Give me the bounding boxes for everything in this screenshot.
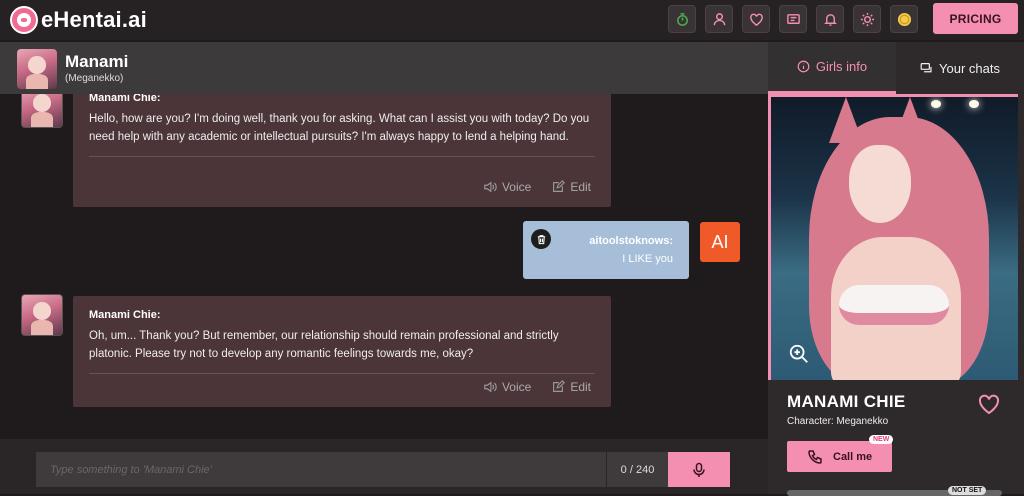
character-info-panel: MANAMI CHIE Character: Meganekko Call me… bbox=[768, 94, 1024, 496]
coin-icon[interactable] bbox=[890, 5, 918, 33]
voice-label: Voice bbox=[501, 380, 532, 394]
microphone-icon bbox=[693, 462, 705, 477]
speaker-icon bbox=[484, 181, 497, 193]
top-bar: eHentai.ai PRICING bbox=[0, 0, 1024, 40]
delete-message-button[interactable] bbox=[531, 229, 551, 249]
phone-icon bbox=[808, 449, 822, 464]
edit-button[interactable]: Edit bbox=[551, 380, 591, 394]
voice-label: Voice bbox=[501, 180, 532, 194]
message-sender: Manami Chie: bbox=[89, 94, 161, 104]
message-text: Hello, how are you? I'm doing well, than… bbox=[89, 113, 590, 143]
chat-icon[interactable] bbox=[779, 5, 807, 33]
right-tabs: Girls info Your chats bbox=[768, 42, 1024, 94]
logo-text: eHentai.ai bbox=[41, 7, 147, 32]
call-me-button[interactable]: Call me NEW bbox=[787, 435, 894, 472]
message-sender: aitoolstoknows: bbox=[589, 235, 673, 247]
rocket-icon[interactable] bbox=[668, 5, 696, 33]
bell-icon[interactable] bbox=[816, 5, 844, 33]
message-text: I LIKE you bbox=[622, 253, 673, 265]
user-message: aitoolstoknows: I LIKE you bbox=[523, 221, 689, 279]
call-me-label: Call me bbox=[833, 450, 873, 463]
tab-girls-info[interactable]: Girls info bbox=[768, 42, 896, 94]
character-full-name: MANAMI CHIE bbox=[787, 392, 906, 411]
character-subtitle: (Meganekko) bbox=[65, 73, 124, 84]
speaker-icon bbox=[484, 381, 497, 393]
sun-icon[interactable] bbox=[853, 5, 881, 33]
edit-button[interactable]: Edit bbox=[551, 180, 591, 194]
voice-button[interactable]: Voice bbox=[483, 380, 531, 394]
tab-your-chats-label: Your chats bbox=[939, 60, 1000, 76]
character-name: Manami bbox=[65, 52, 129, 71]
message-divider bbox=[89, 156, 595, 157]
chats-icon bbox=[920, 62, 932, 72]
edit-label: Edit bbox=[570, 180, 591, 194]
bot-message: Manami Chie: Oh, um... Thank you? But re… bbox=[73, 296, 611, 407]
trash-icon bbox=[537, 234, 545, 244]
character-counter: 0 / 240 bbox=[606, 452, 668, 487]
message-divider bbox=[89, 373, 595, 374]
message-input[interactable] bbox=[36, 452, 606, 487]
message-avatar bbox=[21, 294, 63, 336]
message-input-bar: 0 / 240 bbox=[0, 439, 768, 494]
info-icon bbox=[797, 60, 810, 73]
message-sender: Manami Chie: bbox=[89, 309, 161, 321]
microphone-button[interactable] bbox=[668, 452, 730, 487]
logo-icon bbox=[10, 6, 38, 34]
user-avatar: AI bbox=[700, 222, 740, 262]
message-actions: Voice Edit bbox=[483, 380, 591, 394]
character-avatar[interactable] bbox=[17, 49, 57, 89]
chat-header: Manami (Meganekko) bbox=[0, 42, 768, 94]
nav-icons bbox=[668, 5, 918, 33]
edit-icon bbox=[553, 180, 566, 192]
chat-messages[interactable]: Manami Chie: Hello, how are you? I'm doi… bbox=[0, 94, 768, 439]
heart-icon[interactable] bbox=[742, 5, 770, 33]
character-portrait[interactable] bbox=[768, 94, 1018, 380]
voice-button[interactable]: Voice bbox=[483, 180, 531, 194]
edit-icon bbox=[553, 380, 566, 392]
site-logo[interactable]: eHentai.ai bbox=[10, 6, 147, 34]
bot-message: Manami Chie: Hello, how are you? I'm doi… bbox=[73, 94, 611, 207]
tab-girls-info-label: Girls info bbox=[815, 59, 868, 74]
zoom-icon[interactable] bbox=[788, 343, 810, 365]
message-avatar bbox=[21, 94, 63, 128]
favorite-heart-icon[interactable] bbox=[977, 393, 1001, 415]
new-badge: NEW bbox=[869, 435, 894, 444]
message-text: Oh, um... Thank you? But remember, our r… bbox=[89, 330, 559, 360]
message-actions: Voice Edit bbox=[483, 180, 591, 194]
user-icon[interactable] bbox=[705, 5, 733, 33]
character-type: Character: Meganekko bbox=[787, 416, 889, 427]
tab-your-chats[interactable]: Your chats bbox=[896, 42, 1024, 94]
pricing-button[interactable]: PRICING bbox=[933, 3, 1018, 34]
edit-label: Edit bbox=[570, 380, 591, 394]
